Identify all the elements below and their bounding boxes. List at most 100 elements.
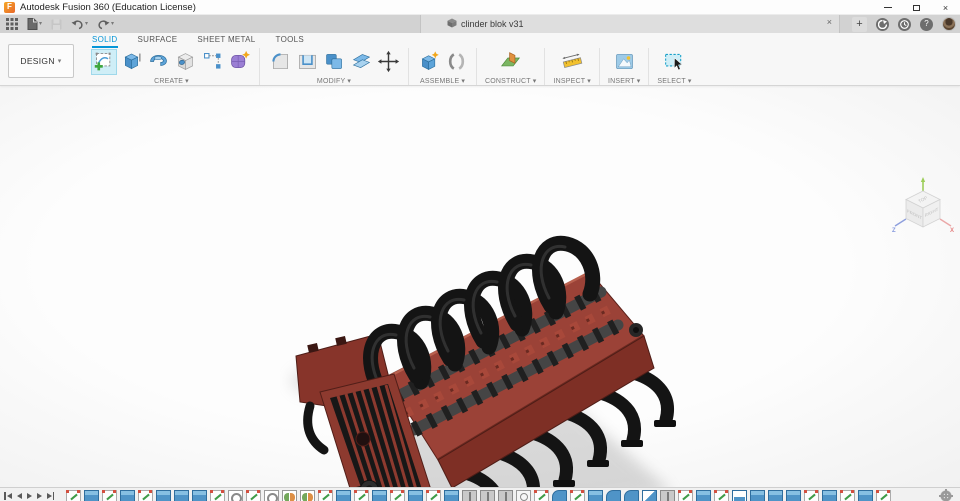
extrude-button[interactable] [119,50,143,74]
timeline-feature-sketch[interactable] [246,490,261,501]
engine-model[interactable] [280,226,680,501]
timeline-feature-extrude[interactable] [336,490,351,501]
timeline-feature-joint[interactable] [480,490,495,501]
timeline-feature-mirror[interactable] [282,490,297,501]
assemble-dropdown[interactable]: ASSEMBLE ▾ [420,77,465,86]
tab-solid[interactable]: SOLID [92,35,118,48]
create-form-button[interactable] [227,50,251,74]
model-viewport[interactable]: TOP FRONT RIGHT Z X [0,86,960,501]
view-cube[interactable]: TOP FRONT RIGHT Z X [890,176,956,248]
timeline-feature-sketch[interactable] [210,490,225,501]
timeline-feature-sketch[interactable] [66,490,81,501]
user-avatar[interactable] [942,17,956,31]
maximize-button[interactable] [902,0,931,15]
timeline-feature-revolve[interactable] [228,490,243,501]
new-file-icon[interactable]: ▾ [27,18,42,30]
timeline-feature-extrude[interactable] [156,490,171,501]
close-button[interactable]: × [931,0,960,15]
timeline-feature-joint[interactable] [660,490,675,501]
timeline-feature-fillet[interactable] [552,490,567,501]
select-dropdown[interactable]: SELECT ▾ [657,77,691,86]
save-icon[interactable] [51,19,62,30]
timeline-feature-sketch[interactable] [876,490,891,501]
timeline-feature-fillet[interactable] [606,490,621,501]
fillet-button[interactable] [268,50,292,74]
timeline-feature-fillet[interactable] [624,490,639,501]
timeline-feature-sketch[interactable] [318,490,333,501]
timeline-feature-wedge[interactable] [642,490,657,501]
help-icon[interactable]: ? [920,17,933,31]
insert-image-button[interactable] [612,50,636,74]
timeline-feature-extrude[interactable] [750,490,765,501]
move-button[interactable] [376,50,400,74]
timeline-feature-joint[interactable] [462,490,477,501]
joint-button[interactable] [444,50,468,74]
timeline-settings-gear-icon[interactable] [939,489,953,501]
timeline-feature-extrude[interactable] [768,490,783,501]
timeline-feature-extrude[interactable] [84,490,99,501]
app-grid-icon[interactable] [6,18,18,30]
timeline-feature-sketch[interactable] [570,490,585,501]
document-tab[interactable]: clinder blok v31 × [420,15,840,33]
timeline-feature-sketch[interactable] [354,490,369,501]
step-forward-button[interactable] [36,491,42,500]
timeline-feature-extrude[interactable] [696,490,711,501]
go-to-end-button[interactable] [46,491,54,500]
tab-close-icon[interactable]: × [827,17,832,27]
offset-face-button[interactable] [349,50,373,74]
redo-icon[interactable]: ▾ [97,19,114,30]
modify-dropdown[interactable]: MODIFY ▾ [317,77,351,86]
insert-dropdown[interactable]: INSERT ▾ [608,77,640,86]
timeline-feature-extrude[interactable] [588,490,603,501]
timeline-feature-sketch[interactable] [426,490,441,501]
job-status-icon[interactable] [898,17,911,31]
timeline-feature-sketch[interactable] [102,490,117,501]
timeline-feature-mirror[interactable] [300,490,315,501]
timeline-feature-extrude[interactable] [192,490,207,501]
timeline-feature-sketch[interactable] [534,490,549,501]
timeline-feature-extrude[interactable] [858,490,873,501]
timeline-feature-sketch[interactable] [678,490,693,501]
minimize-button[interactable] [873,0,902,15]
select-button[interactable] [662,50,686,74]
timeline-feature-sketch[interactable] [840,490,855,501]
sweep-button[interactable] [146,50,170,74]
timeline-feature-sketch[interactable] [138,490,153,501]
shell-button[interactable] [295,50,319,74]
timeline-feature-sketch[interactable] [804,490,819,501]
timeline-feature-extrude[interactable] [372,490,387,501]
create-dropdown[interactable]: CREATE ▾ [154,77,189,86]
undo-icon[interactable]: ▾ [71,19,88,30]
step-back-button[interactable] [16,491,22,500]
new-component-button[interactable] [417,50,441,74]
workspace-selector[interactable]: DESIGN ▾ [8,44,74,78]
timeline-feature-sketch[interactable] [390,490,405,501]
hole-button[interactable] [173,50,197,74]
inspect-dropdown[interactable]: INSPECT ▾ [553,77,590,86]
timeline-feature-extrude[interactable] [444,490,459,501]
extensions-icon[interactable] [876,17,889,31]
timeline-feature-extrude[interactable] [786,490,801,501]
go-to-start-button[interactable] [4,491,12,500]
timeline-feature-extrude[interactable] [408,490,423,501]
create-sketch-button[interactable] [91,48,117,75]
combine-button[interactable] [322,50,346,74]
timeline-feature-extrude[interactable] [822,490,837,501]
timeline-feature-revolve[interactable] [264,490,279,501]
play-button[interactable] [26,491,32,500]
construct-dropdown[interactable]: CONSTRUCT ▾ [485,77,536,86]
timeline-feature-pin[interactable] [516,490,531,501]
measure-button[interactable] [560,50,584,74]
timeline-feature-extrude[interactable] [120,490,135,501]
timeline-feature-sketch[interactable] [714,490,729,501]
tab-surface[interactable]: SURFACE [138,35,178,48]
construction-plane-button[interactable] [499,50,523,74]
pattern-button[interactable] [200,50,224,74]
tab-tools[interactable]: TOOLS [276,35,304,48]
tab-sheet-metal[interactable]: SHEET METAL [197,35,255,48]
timeline-feature-joint[interactable] [498,490,513,501]
timeline-feature-shell[interactable] [732,490,747,501]
ribbon-toolbar: DESIGN▾ SOLID SURFACE SHEET METAL TOOLS [0,33,960,86]
timeline-feature-extrude[interactable] [174,490,189,501]
new-tab-button[interactable]: + [852,16,867,32]
